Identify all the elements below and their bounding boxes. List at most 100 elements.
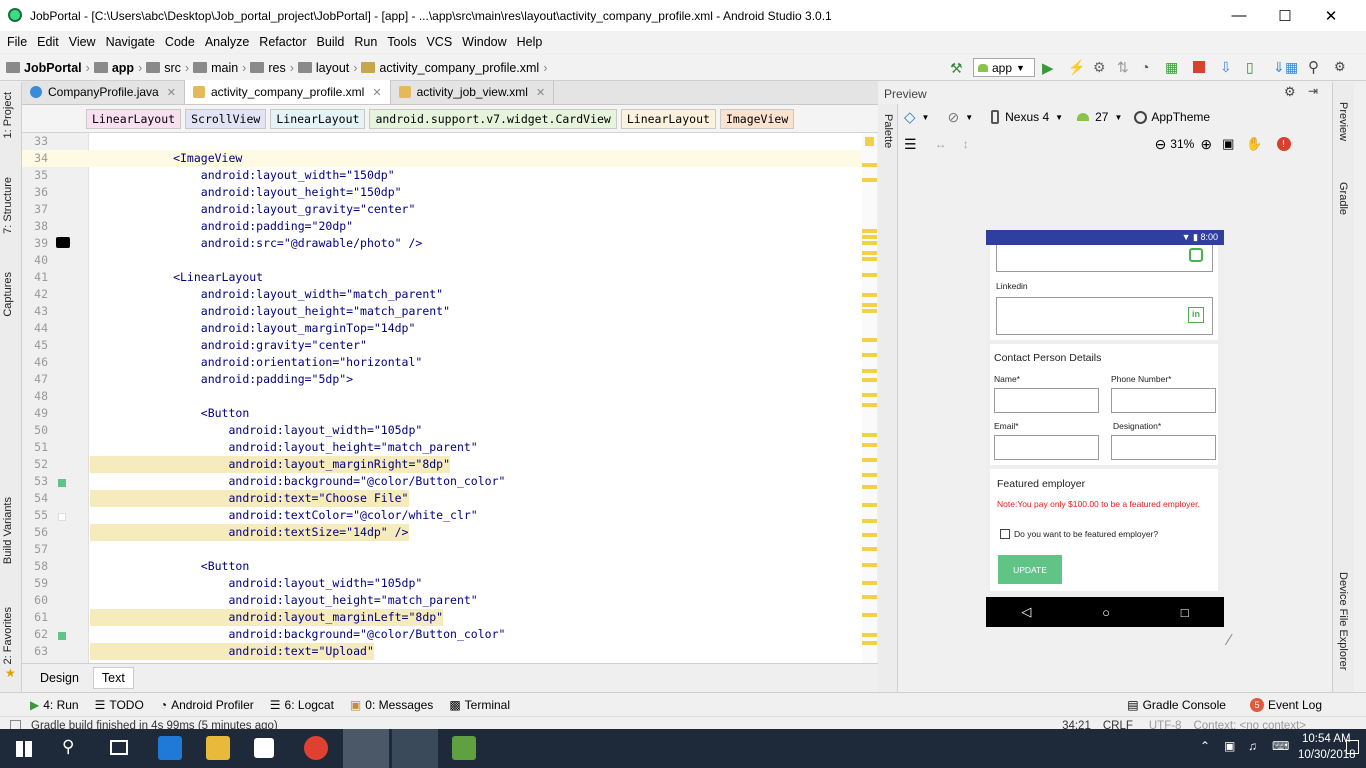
help-icon[interactable]: ⚙	[1334, 59, 1346, 75]
breadcrumb-res[interactable]: res	[268, 61, 285, 75]
warning-marker[interactable]	[862, 178, 877, 182]
code-line[interactable]: 46 android:orientation="horizontal"	[22, 354, 877, 371]
code-line[interactable]: 50 android:layout_width="105dp"	[22, 422, 877, 439]
name-field[interactable]	[994, 388, 1099, 413]
warning-marker[interactable]	[862, 369, 877, 373]
build-variants-tool-tab[interactable]: Build Variants	[2, 497, 14, 564]
structure-tool-tab[interactable]: 7: Structure	[2, 177, 14, 234]
menu-edit[interactable]: Edit	[32, 35, 64, 49]
warning-marker[interactable]	[862, 338, 877, 342]
instagram-field[interactable]	[996, 245, 1213, 272]
code-line[interactable]: 37 android:layout_gravity="center"	[22, 201, 877, 218]
sync-gradle-icon[interactable]: ⇩	[1220, 59, 1232, 76]
path-linearlayout-2[interactable]: LinearLayout	[270, 108, 366, 129]
code-line[interactable]: 40	[22, 252, 877, 269]
close-tab-icon[interactable]: ✕	[167, 86, 176, 99]
palette-tab[interactable]: Palette	[882, 114, 894, 148]
code-line[interactable]: 48	[22, 388, 877, 405]
breadcrumb-main[interactable]: main	[211, 61, 238, 75]
avd-manager-icon[interactable]: ▯	[1246, 59, 1254, 76]
tab-activity-job-view[interactable]: activity_job_view.xml ✕	[391, 80, 555, 104]
event-log-button[interactable]: 5 Event Log	[1249, 697, 1322, 712]
minimize-button[interactable]: —	[1216, 0, 1262, 31]
hide-panel-icon[interactable]: ⇥	[1308, 84, 1318, 98]
code-line[interactable]: 51 android:layout_height="match_parent"	[22, 439, 877, 456]
warning-marker[interactable]	[862, 581, 877, 585]
zoom-in-icon[interactable]: ⊕	[1200, 136, 1212, 153]
gradle-tool-tab[interactable]: Gradle	[1337, 182, 1349, 215]
warning-marker[interactable]	[862, 563, 877, 567]
resize-handle-icon[interactable]: ∕	[1228, 632, 1231, 650]
warning-marker[interactable]	[862, 273, 877, 277]
warning-marker[interactable]	[862, 378, 877, 382]
make-hammer-icon[interactable]: ⚒	[950, 60, 963, 77]
code-line[interactable]: 58 <Button	[22, 558, 877, 575]
tab-design[interactable]: Design	[32, 668, 87, 688]
settings-gear-icon[interactable]: ⚙	[1284, 84, 1296, 100]
menu-tools[interactable]: Tools	[382, 35, 421, 49]
terminal-tool-button[interactable]: ▩ Terminal	[449, 698, 510, 712]
project-tool-tab[interactable]: 1: Project	[2, 92, 14, 138]
recents-icon[interactable]: □	[1181, 605, 1189, 620]
stop-icon[interactable]	[1193, 61, 1205, 73]
warning-marker[interactable]	[862, 473, 877, 477]
apply-changes-icon[interactable]: ⚡	[1068, 59, 1085, 76]
warning-marker[interactable]	[862, 353, 877, 357]
chrome-taskbar-icon[interactable]	[392, 729, 438, 768]
layout-columns-icon[interactable]: ☰	[904, 136, 917, 153]
code-line[interactable]: 42 android:layout_width="match_parent"	[22, 286, 877, 303]
code-line[interactable]: 60 android:layout_height="match_parent"	[22, 592, 877, 609]
menu-help[interactable]: Help	[512, 35, 548, 49]
email-field[interactable]	[994, 435, 1099, 460]
code-line[interactable]: 36 android:layout_height="150dp"	[22, 184, 877, 201]
attach-debugger-icon[interactable]: ⇅	[1117, 59, 1129, 76]
debug-icon[interactable]: ⚙	[1093, 59, 1106, 76]
code-line[interactable]: 44 android:layout_marginTop="14dp"	[22, 320, 877, 337]
menu-refactor[interactable]: Refactor	[254, 35, 311, 49]
profiler-tool-button[interactable]: ◔ Android Profiler	[160, 698, 254, 712]
tab-text[interactable]: Text	[92, 667, 134, 689]
preview-tool-tab[interactable]: Preview	[1337, 102, 1349, 141]
orientation-icon[interactable]: ⊘	[947, 109, 959, 126]
keyboard-icon[interactable]: ⌨	[1272, 739, 1289, 753]
code-line[interactable]: 43 android:layout_height="match_parent"	[22, 303, 877, 320]
favorites-tool-tab[interactable]: 2: Favorites	[2, 607, 14, 664]
warning-marker[interactable]	[862, 257, 877, 261]
code-line[interactable]: 61 android:layout_marginLeft="8dp"	[22, 609, 877, 626]
code-line[interactable]: 38 android:padding="20dp"	[22, 218, 877, 235]
code-line[interactable]: 47 android:padding="5dp">	[22, 371, 877, 388]
code-line[interactable]: 49 <Button	[22, 405, 877, 422]
code-line[interactable]: 59 android:layout_width="105dp"	[22, 575, 877, 592]
breadcrumb-src[interactable]: src	[164, 61, 181, 75]
path-linearlayout[interactable]: LinearLayout	[86, 108, 182, 129]
designation-field[interactable]	[1111, 435, 1216, 460]
warning-marker[interactable]	[862, 241, 877, 245]
attach-process-icon[interactable]: ▦	[1165, 59, 1178, 76]
close-button[interactable]: ✕	[1308, 0, 1354, 31]
code-line[interactable]: 41 <LinearLayout	[22, 269, 877, 286]
profile-icon[interactable]: ◔	[1141, 59, 1149, 75]
windows-start-icon[interactable]	[16, 741, 32, 757]
gradle-console-button[interactable]: ▤ Gradle Console	[1127, 698, 1226, 712]
back-icon[interactable]: ◁	[1021, 604, 1031, 620]
close-tab-icon[interactable]: ✕	[536, 86, 545, 99]
code-line[interactable]: 52 android:layout_marginRight="8dp"	[22, 456, 877, 473]
code-line[interactable]: 56 android:textSize="14dp" />	[22, 524, 877, 541]
store-icon[interactable]	[254, 738, 274, 758]
code-line[interactable]: 63 android:text="Upload"	[22, 643, 877, 660]
task-view-icon[interactable]	[110, 740, 128, 755]
action-center-icon[interactable]	[1346, 740, 1359, 754]
maximize-button[interactable]: ☐	[1262, 0, 1308, 31]
warning-marker[interactable]	[862, 163, 877, 167]
warning-marker[interactable]	[862, 595, 877, 599]
menu-view[interactable]: View	[64, 35, 101, 49]
update-button[interactable]: UPDATE	[998, 555, 1062, 584]
warning-marker[interactable]	[862, 519, 877, 523]
zoom-out-icon[interactable]: ⊖	[1155, 136, 1167, 153]
warning-marker[interactable]	[862, 251, 877, 255]
path-imageview[interactable]: ImageView	[719, 108, 795, 129]
messages-tool-button[interactable]: ▣ 0: Messages	[350, 698, 433, 712]
code-line[interactable]: 45 android:gravity="center"	[22, 337, 877, 354]
breadcrumb-app[interactable]: app	[112, 61, 134, 75]
edge-icon[interactable]	[158, 736, 182, 760]
